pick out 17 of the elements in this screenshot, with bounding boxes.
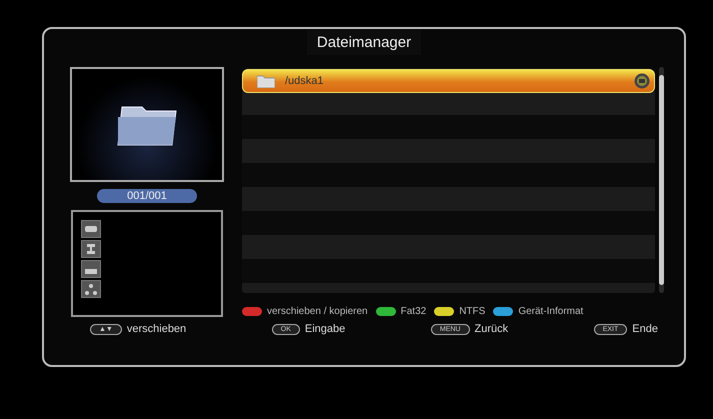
item-counter: 001/001 [97,189,197,203]
file-row[interactable]: /udska1 [242,69,655,93]
color-key-label: NTFS [459,306,486,317]
hint-label: Ende [632,323,658,335]
hint-label: Zurück [474,323,508,335]
hint-label: verschieben [126,323,186,335]
window-title: Dateimanager [306,30,422,55]
color-key-label: Fat32 [400,306,426,317]
file-name: /udska1 [285,75,325,87]
disk-icon [634,73,650,89]
hint-label: Eingabe [304,323,346,335]
network-icon [81,280,101,298]
folder-icon [257,74,275,88]
drive-icon [81,260,101,278]
color-key-label: Gerät-Informat [518,306,584,317]
color-key-label: verschieben / kopieren [267,306,368,317]
hard-disk-icon [81,220,101,238]
